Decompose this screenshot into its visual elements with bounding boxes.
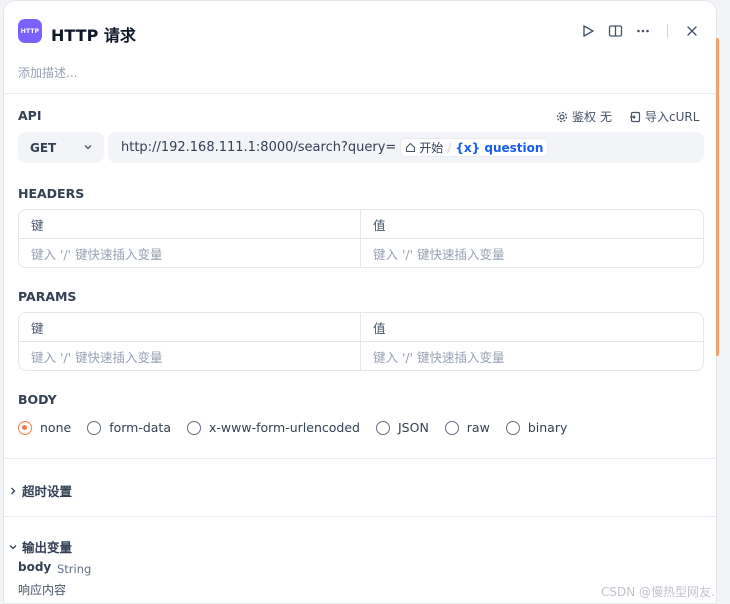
table-row: 键入 '/' 键快速插入变量 键入 '/' 键快速插入变量 xyxy=(19,342,703,371)
table-header-row: 键 值 xyxy=(19,210,703,239)
variable-separator: / xyxy=(447,140,452,155)
auth-button[interactable]: 鉴权 无 xyxy=(556,108,612,125)
radio-icon xyxy=(505,420,520,435)
run-button[interactable] xyxy=(579,22,597,40)
chevron-right-icon xyxy=(11,487,16,494)
param-key-input[interactable]: 键入 '/' 键快速插入变量 xyxy=(19,342,361,371)
value-column-header: 值 xyxy=(373,320,386,336)
import-icon xyxy=(630,111,641,122)
variable-node-name: 开始 xyxy=(419,141,444,155)
header-key-input[interactable]: 键入 '/' 键快速插入变量 xyxy=(19,239,361,268)
gear-icon xyxy=(556,111,568,122)
more-dots-icon xyxy=(637,29,649,33)
param-value-input[interactable]: 键入 '/' 键快速插入变量 xyxy=(361,342,703,371)
http-request-panel: HTTP HTTP 请求 添加描述... API 鉴权 无 导入cURL GET… xyxy=(3,0,717,604)
panel-title[interactable]: HTTP 请求 xyxy=(51,22,136,46)
timeout-label: 超时设置 xyxy=(22,484,73,499)
body-type-none[interactable]: none xyxy=(18,420,71,435)
output-variables-toggle[interactable]: 输出变量 xyxy=(8,537,72,556)
params-label: PARAMS xyxy=(18,289,77,304)
body-type-raw[interactable]: raw xyxy=(444,420,490,435)
divider xyxy=(4,458,716,459)
url-input[interactable]: http://192.168.111.1:8000/search?query= … xyxy=(108,132,704,163)
body-type-form-data[interactable]: form-data xyxy=(87,420,171,435)
radio-icon xyxy=(375,420,390,435)
more-button[interactable] xyxy=(634,22,652,40)
body-type-radio-group: none form-data x-www-form-urlencoded JSO… xyxy=(18,420,583,435)
api-label: API xyxy=(18,108,42,123)
background-strip xyxy=(719,0,730,604)
header-separator xyxy=(667,24,668,38)
radio-icon xyxy=(87,420,102,435)
close-button[interactable] xyxy=(683,22,701,40)
book-open-icon xyxy=(608,25,622,37)
method-value: GET xyxy=(30,140,57,155)
table-header-row: 键 值 xyxy=(19,313,703,342)
output-var-name: body xyxy=(18,560,52,574)
close-icon xyxy=(687,26,697,36)
radio-checked-icon xyxy=(18,420,32,435)
output-var-type: String xyxy=(57,562,92,576)
method-select[interactable]: GET xyxy=(18,132,104,163)
chevron-down-icon xyxy=(84,145,92,150)
headers-table: 键 值 键入 '/' 键快速插入变量 键入 '/' 键快速插入变量 xyxy=(18,209,704,268)
key-column-header: 键 xyxy=(19,313,361,341)
key-column-header: 键 xyxy=(19,210,361,238)
scrollbar-thumb[interactable] xyxy=(716,38,719,356)
watermark-text: CSDN @慢热型网友. xyxy=(601,585,715,599)
body-type-binary[interactable]: binary xyxy=(505,420,567,435)
auth-label: 鉴权 xyxy=(572,110,597,124)
radio-icon xyxy=(187,420,201,435)
import-curl-label: 导入cURL xyxy=(645,110,700,124)
help-doc-button[interactable] xyxy=(606,22,624,40)
value-column-header: 值 xyxy=(373,217,386,233)
params-table: 键 值 键入 '/' 键快速插入变量 键入 '/' 键快速插入变量 xyxy=(18,312,704,371)
headers-label: HEADERS xyxy=(18,186,85,201)
output-var-description: 响应内容 xyxy=(18,583,67,597)
chevron-down-icon xyxy=(9,544,17,549)
header-value-input[interactable]: 键入 '/' 键快速插入变量 xyxy=(361,239,703,268)
timeout-settings-toggle[interactable]: 超时设置 xyxy=(8,481,72,500)
body-type-json[interactable]: JSON xyxy=(375,420,429,435)
url-text: http://192.168.111.1:8000/search?query= xyxy=(121,140,397,155)
http-node-icon: HTTP xyxy=(18,19,42,43)
variable-chip[interactable]: 开始 / {x} question xyxy=(400,138,549,157)
panel-header: HTTP HTTP 请求 xyxy=(4,1,716,63)
auth-value: 无 xyxy=(600,110,613,124)
play-icon xyxy=(583,25,594,37)
import-curl-button[interactable]: 导入cURL xyxy=(629,108,699,125)
description-input[interactable]: 添加描述... xyxy=(18,64,77,81)
output-label: 输出变量 xyxy=(22,540,73,555)
variable-name: {x} question xyxy=(455,140,544,155)
divider xyxy=(4,93,716,94)
body-type-urlencoded[interactable]: x-www-form-urlencoded xyxy=(187,420,360,435)
radio-icon xyxy=(444,420,459,435)
divider xyxy=(4,516,716,517)
table-row: 键入 '/' 键快速插入变量 键入 '/' 键快速插入变量 xyxy=(19,239,703,268)
home-icon xyxy=(406,142,416,153)
body-label: BODY xyxy=(18,392,57,407)
